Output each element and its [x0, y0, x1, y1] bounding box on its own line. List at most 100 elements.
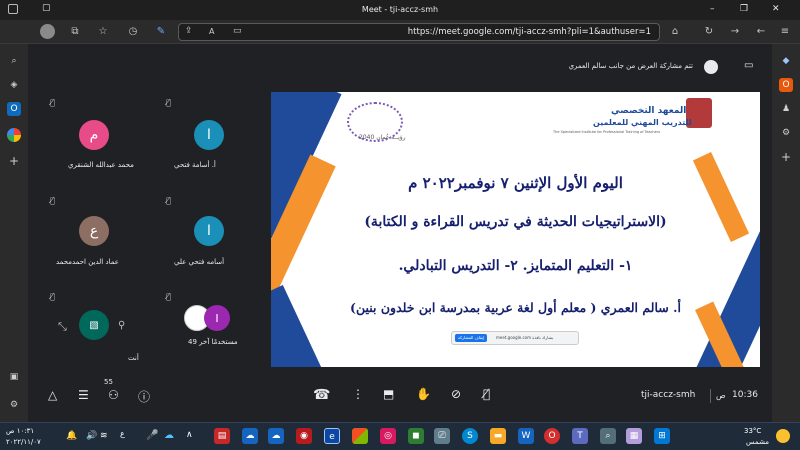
taskbar-word-icon[interactable]: W [518, 428, 534, 444]
more-options-button[interactable]: ⋮ [352, 387, 364, 401]
history-icon[interactable]: ◷ [126, 25, 140, 39]
sun-icon[interactable] [776, 429, 790, 443]
favorites-icon[interactable]: ☆ [96, 25, 110, 39]
tools-icon[interactable]: ⚙ [779, 126, 793, 140]
minimize-button[interactable]: – [710, 4, 715, 14]
volume-icon[interactable]: 🔊 [86, 431, 97, 441]
mic-off-icon: 🎙̸ [166, 292, 171, 301]
url-text[interactable]: https://meet.google.com/tji-accz-smh?pli… [408, 27, 651, 37]
slide-line-2: (الاستراتيجيات الحديثة في تدريس القراءة … [364, 214, 667, 230]
taskbar-search-icon[interactable]: ⌕ [600, 428, 616, 444]
share-icon[interactable]: ⇪ [185, 26, 193, 36]
tabs-icon[interactable]: ⧉ [68, 25, 82, 39]
clock-time[interactable]: ١٠:٣١ ص [6, 427, 34, 435]
window-title: Meet - tji-accz-smh [361, 5, 439, 14]
close-button[interactable]: ✕ [772, 4, 780, 14]
onedrive-icon[interactable]: ☁ [164, 430, 174, 441]
profile-avatar[interactable] [40, 24, 55, 39]
browser-toolbar: ⧉ ☆ ◷ ✎ ⇪ A ▭ https://meet.google.com/tj… [0, 20, 800, 44]
office-icon[interactable]: O [779, 78, 793, 92]
taskbar-onedrive-icon[interactable]: ☁ [268, 428, 284, 444]
add-icon[interactable]: + [7, 154, 21, 168]
sharing-bar: إيقاف المشاركة meet.google.com يشارك ناف… [451, 331, 579, 345]
shopping-icon[interactable]: ◈ [7, 78, 21, 92]
wifi-icon[interactable]: ≋ [100, 431, 108, 441]
chat-icon[interactable]: ☰ [78, 388, 89, 402]
mic-off-icon: 🎙̸ [166, 196, 171, 205]
refresh-icon[interactable]: ↻ [702, 25, 716, 39]
games-icon[interactable]: ♟ [779, 102, 793, 116]
participant-avatar: ا [194, 120, 224, 150]
notifications-icon[interactable]: 🔔 [66, 431, 77, 441]
outlook-icon[interactable]: O [7, 102, 21, 116]
back-icon[interactable]: ← [754, 25, 768, 39]
maximize-button[interactable]: ❐ [740, 4, 748, 14]
participant-name: عماد الدين احمدمحمد [56, 258, 119, 266]
browser-sidebar-right: ◆ O ♟ ⚙ + [772, 44, 800, 422]
search-icon[interactable]: ⌕ [7, 54, 21, 68]
taskbar-onedrive-icon[interactable]: ☁ [242, 428, 258, 444]
taskbar-edge-icon[interactable]: e [324, 428, 340, 444]
mic-in-use-icon[interactable]: 🎤 [146, 430, 158, 441]
taskbar-app-icon[interactable]: ⎚ [434, 428, 450, 444]
clock-date[interactable]: ٢٠٢٢/١١/٠٧ [6, 438, 41, 446]
taskbar-skype-icon[interactable]: S [462, 428, 478, 444]
language-indicator[interactable]: ع [120, 429, 125, 438]
screen-share-icon[interactable]: ▭ [744, 60, 753, 71]
menu-icon[interactable]: ≡ [778, 25, 792, 39]
participant-name: أسامه فتحي علي [174, 258, 225, 266]
taskbar-app-icon[interactable]: ▦ [626, 428, 642, 444]
read-aloud-icon[interactable]: A [209, 27, 214, 36]
meeting-details-icon[interactable]: ⓘ [138, 388, 150, 405]
vision-label: رؤيــة عُمان 2040 [359, 134, 406, 141]
raise-hand-button[interactable]: ✋ [416, 387, 431, 401]
site-permissions-icon[interactable]: ⌂ [668, 25, 682, 39]
forward-icon[interactable]: → [728, 25, 742, 39]
copilot-icon[interactable]: ◆ [779, 54, 793, 68]
stop-sharing-button[interactable]: إيقاف المشاركة [455, 334, 488, 342]
weather-text[interactable]: مشمس [746, 438, 769, 446]
camera-off-icon: ▧ [89, 319, 99, 331]
taskbar-instagram-icon[interactable]: ◎ [380, 428, 396, 444]
divider [710, 389, 711, 403]
start-icon[interactable]: ⊞ [654, 428, 670, 444]
taskbar-app-icon[interactable]: ◉ [296, 428, 312, 444]
taskbar-teams-icon[interactable]: T [572, 428, 588, 444]
camera-off-button[interactable]: ⊘ [451, 387, 461, 401]
slide-decor [271, 284, 334, 367]
mic-off-icon: 🎙̸ [166, 98, 171, 107]
mic-off-icon: 🎙̸ [50, 196, 55, 205]
mic-off-button[interactable]: 🎙̸ [483, 387, 490, 401]
leave-call-button[interactable]: ☎ [313, 387, 330, 403]
participant-avatar: ا [194, 216, 224, 246]
meeting-ampm: ص [716, 391, 726, 400]
taskbar-opera-icon[interactable]: O [544, 428, 560, 444]
taskbar-app-icon[interactable]: ◼ [408, 428, 424, 444]
institute-english: The Specialized Institute for Profession… [553, 130, 661, 134]
people-icon[interactable]: ⚇ [108, 388, 119, 402]
sidebar-toggle-icon[interactable]: ▣ [7, 370, 21, 384]
weather-temp[interactable]: 33°C [744, 427, 761, 435]
unpin-icon[interactable]: ⤡ [58, 320, 67, 334]
taskbar-explorer-icon[interactable]: ▬ [490, 428, 506, 444]
participant-avatar: ع [79, 216, 109, 246]
chrome-icon[interactable] [7, 128, 21, 142]
address-bar[interactable]: ⇪ A ▭ https://meet.google.com/tji-accz-s… [178, 23, 660, 41]
sharing-text: meet.google.com يشارك نافذة [496, 335, 554, 340]
mic-off-icon: 🎙̸ [50, 98, 55, 107]
pen-icon[interactable]: ✎ [154, 25, 168, 39]
institute-title: المعهد التخصصي [611, 106, 687, 116]
people-count: 55 [104, 378, 113, 386]
app-icon[interactable]: ▭ [233, 26, 242, 36]
settings-icon[interactable]: ⚙ [7, 398, 21, 412]
add-icon[interactable]: + [779, 150, 793, 164]
taskbar-app-icon[interactable]: ▤ [214, 428, 230, 444]
pin-icon[interactable]: ⚲ [118, 320, 125, 331]
activities-icon[interactable]: △ [48, 388, 57, 402]
tray-chevron-icon[interactable]: ∧ [186, 430, 193, 440]
present-button[interactable]: ⬒ [383, 387, 394, 401]
participant-name: أ. أسامة فتحي [174, 161, 216, 169]
meeting-code[interactable]: tji-accz-smh [641, 390, 695, 400]
others-count[interactable]: 49 مستخدمًا آخر [188, 338, 238, 346]
taskbar-store-icon[interactable] [352, 428, 368, 444]
